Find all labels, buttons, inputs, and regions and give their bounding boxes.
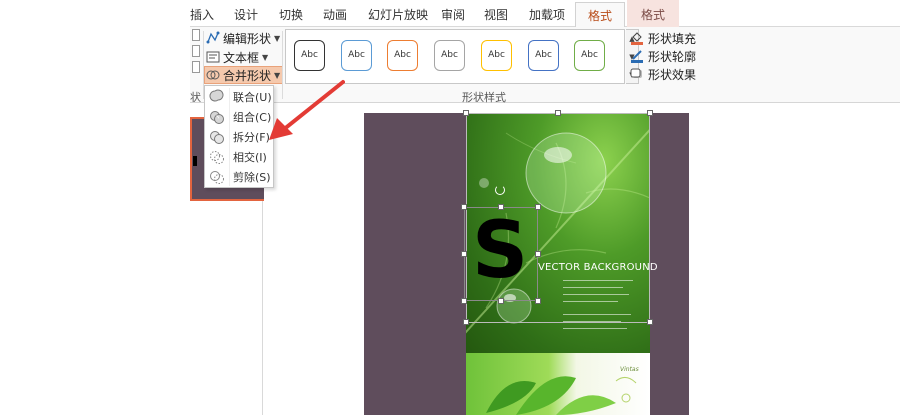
menu-item-fragment[interactable]: 拆分(F) — [206, 127, 272, 147]
resize-handle-w[interactable] — [461, 251, 467, 257]
resize-handle-n[interactable] — [555, 110, 561, 116]
menu-item-intersect[interactable]: 相交(I) — [206, 147, 272, 167]
rotate-handle-icon[interactable] — [495, 185, 505, 195]
menu-item-label: 剪除(S) — [233, 171, 271, 184]
menu-item-label: 相交(I) — [233, 151, 267, 164]
resize-handle-se[interactable] — [535, 298, 541, 304]
shape-style-swatch-4[interactable]: Abc — [434, 40, 465, 71]
resize-handle-ne[interactable] — [535, 204, 541, 210]
shape-fill-button[interactable]: 形状填充 — [630, 30, 696, 46]
text-shape-selection-frame — [464, 207, 538, 301]
tab-insert[interactable]: 插入 — [190, 6, 214, 24]
merge-shapes-icon — [206, 68, 220, 82]
menu-item-union[interactable]: 联合(U) — [206, 87, 272, 107]
union-icon — [209, 89, 225, 105]
pen-icon — [630, 49, 644, 63]
combine-icon — [209, 109, 225, 125]
shape-effects-button[interactable]: 形状效果 — [630, 66, 696, 82]
resize-handle-ne[interactable] — [647, 110, 653, 116]
merge-shapes-menu: 联合(U) 组合(C) 拆分(F) 相交(I) 剪除(S) — [204, 85, 274, 188]
tab-format-drawing[interactable]: 格式 — [575, 2, 625, 28]
shape-style-swatch-2[interactable]: Abc — [341, 40, 372, 71]
tab-format-picture[interactable]: 格式 — [627, 0, 679, 27]
ribbon-tab-bar: 插入 设计 切换 动画 幻灯片放映 审阅 视图 加载项 格式 格式 — [190, 0, 900, 28]
tab-transitions[interactable]: 切换 — [279, 6, 303, 24]
resize-handle-nw[interactable] — [461, 204, 467, 210]
tab-add-ins[interactable]: 加载项 — [529, 6, 565, 24]
intersect-icon — [209, 149, 225, 165]
leaf-photo-bottom — [466, 353, 650, 415]
shape-style-swatch-5[interactable]: Abc — [481, 40, 512, 71]
red-arrow-annotation — [269, 80, 345, 140]
tab-animations[interactable]: 动画 — [323, 6, 347, 24]
edit-shape-button[interactable]: 编辑形状 ▼ — [206, 29, 280, 47]
resize-handle-nw[interactable] — [463, 110, 469, 116]
shape-style-swatch-6[interactable]: Abc — [528, 40, 559, 71]
text-box-label: 文本框 — [223, 50, 260, 65]
edit-shape-icon — [206, 31, 220, 45]
shape-style-swatch-1[interactable]: Abc — [294, 40, 325, 71]
tab-view[interactable]: 视图 — [484, 6, 508, 24]
shape-effects-icon — [630, 67, 644, 81]
insert-shapes-scroll[interactable] — [190, 29, 202, 85]
edit-shape-label: 编辑形状 — [223, 31, 272, 46]
tab-slide-show[interactable]: 幻灯片放映 — [368, 6, 428, 24]
shape-styles-gallery: Abc Abc Abc Abc Abc Abc Abc — [285, 29, 625, 84]
resize-handle-w[interactable] — [463, 319, 469, 325]
subtract-icon — [209, 169, 225, 185]
shape-effects-label: 形状效果 — [648, 67, 697, 82]
resize-handle-e[interactable] — [535, 251, 541, 257]
chevron-down-icon: ▼ — [274, 33, 281, 43]
tab-review[interactable]: 审阅 — [441, 6, 465, 24]
menu-item-subtract[interactable]: 剪除(S) — [206, 167, 272, 187]
thumbnail-letter-mark — [193, 156, 197, 166]
bottom-caption-text: Vintas — [620, 366, 639, 373]
resize-handle-e[interactable] — [647, 319, 653, 325]
resize-handle-sw[interactable] — [461, 298, 467, 304]
paint-bucket-icon — [630, 31, 644, 45]
shape-style-swatch-7[interactable]: Abc — [574, 40, 605, 71]
resize-handle-s[interactable] — [498, 298, 504, 304]
poster-body-line — [563, 328, 627, 329]
shape-style-swatch-3[interactable]: Abc — [387, 40, 418, 71]
resize-handle-n[interactable] — [498, 204, 504, 210]
menu-item-combine[interactable]: 组合(C) — [206, 107, 272, 127]
text-box-button[interactable]: 文本框 ▼ — [206, 48, 268, 66]
fragment-icon — [209, 129, 225, 145]
merge-shapes-label: 合并形状 — [223, 68, 272, 83]
shape-outline-button[interactable]: 形状轮廓 — [630, 48, 696, 64]
text-box-icon — [206, 50, 220, 64]
shape-fill-label: 形状填充 — [648, 31, 697, 46]
chevron-down-icon: ▼ — [262, 52, 269, 62]
shape-outline-label: 形状轮廓 — [648, 49, 697, 64]
tab-design[interactable]: 设计 — [234, 6, 258, 24]
